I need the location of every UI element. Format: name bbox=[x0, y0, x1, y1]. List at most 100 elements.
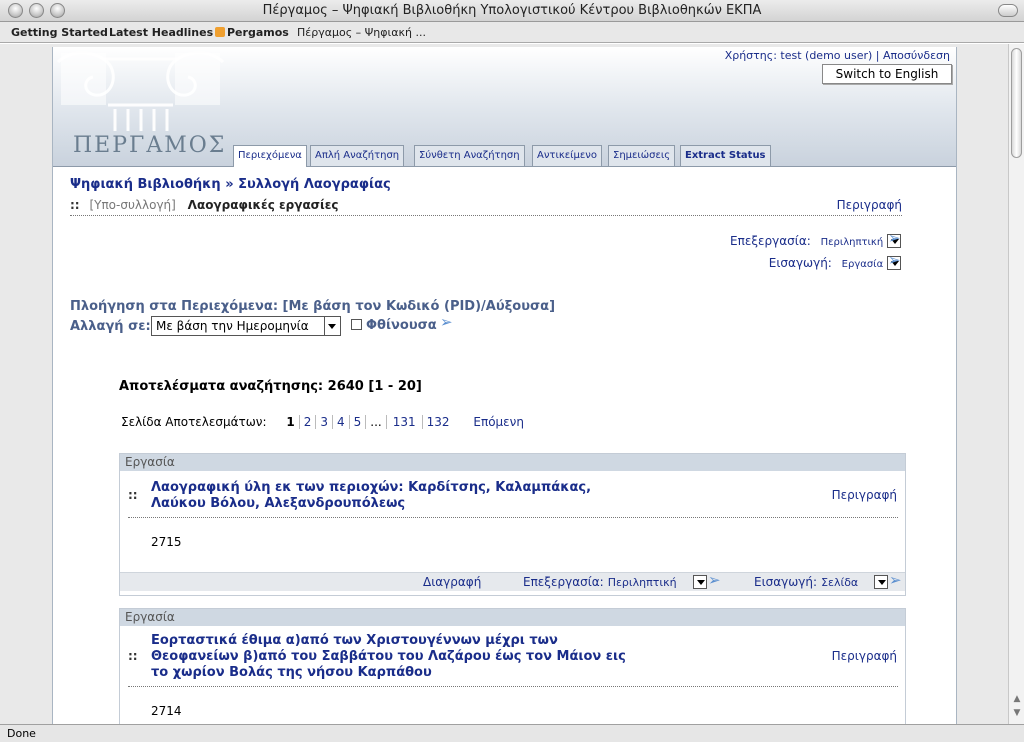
scroll-up-icon[interactable]: ▲ bbox=[1012, 694, 1022, 704]
subcollection-name: Λαογραφικές εργασίες bbox=[187, 198, 339, 212]
item-description-link[interactable]: Περιγραφή bbox=[832, 488, 897, 502]
tab-notes[interactable]: Σημειώσεις bbox=[608, 145, 676, 166]
item-import-go-icon[interactable]: ➢ bbox=[889, 573, 903, 588]
minimize-window-button[interactable] bbox=[29, 3, 44, 18]
user-name-link[interactable]: test (demo user) bbox=[780, 49, 872, 62]
item-type: Εργασία bbox=[120, 454, 905, 471]
sort-select-value: Με βάση την Ημερομηνία bbox=[156, 319, 309, 333]
edit-mode-value: Περιληπτική bbox=[820, 237, 884, 248]
navigation-criteria: [Με βάση τον Κωδικό (PID)/Αύξουσα] bbox=[282, 299, 556, 314]
item-title-line: το χωρίον Βολάς της νήσου Καρπάθου bbox=[151, 665, 432, 680]
item-title-line: Εορταστικά έθιμα α)από των Χριστουγέννων… bbox=[151, 633, 558, 648]
bookmarks-bar: Getting Started Latest Headlines Pergamo… bbox=[0, 22, 1024, 43]
item-description-link[interactable]: Περιγραφή bbox=[832, 649, 897, 663]
tab-object[interactable]: Αντικείμενο bbox=[532, 145, 602, 166]
edit-go-icon[interactable]: ➢ bbox=[888, 231, 902, 246]
user-separator: | bbox=[875, 49, 880, 62]
user-label: Χρήστης: bbox=[724, 49, 777, 62]
item-import-group: Εισαγωγή: Σελίδα bbox=[754, 573, 858, 592]
divider bbox=[128, 517, 898, 518]
item-title-line: Λαύκου Βόλου, Αλεξανδρουπόλεως bbox=[151, 496, 406, 511]
tab-contents[interactable]: Περιεχόμενα bbox=[233, 145, 307, 167]
page-container: ΠΕΡΓΑΜΟΣ Χρήστης: test (demo user) | Απο… bbox=[52, 47, 957, 724]
item-title-link[interactable]: Λαογραφική ύλη εκ των περιοχών: Καρδίτση… bbox=[151, 480, 591, 512]
scroll-down-icon[interactable]: ▼ bbox=[1012, 708, 1022, 718]
item-edit-group: Επεξεργασία: Περιληπτική bbox=[523, 573, 677, 592]
edit-mode-row: Επεξεργασία: Περιληπτική bbox=[730, 234, 901, 248]
item-import-value: Σελίδα bbox=[821, 576, 859, 589]
window-title-bar: Πέργαμος – Ψηφιακή Βιβλιοθήκη Υπολογιστι… bbox=[0, 0, 1024, 22]
zoom-window-button[interactable] bbox=[50, 3, 65, 18]
logout-link[interactable]: Αποσύνδεση bbox=[883, 49, 950, 62]
rss-icon bbox=[215, 27, 226, 37]
bookmark-getting-started[interactable]: Getting Started bbox=[11, 22, 108, 43]
bookmark-pergamos-greek[interactable]: Πέργαμος – Ψηφιακή ... bbox=[297, 22, 426, 43]
navigation-info: Πλοήγηση στα Περιεχόμενα: [Με βάση τον Κ… bbox=[70, 299, 555, 314]
item-title-line: Θεοφανείων β)από του Σαββάτου του Λαζάρο… bbox=[151, 649, 626, 664]
divider bbox=[128, 686, 898, 687]
list-item: Εργασία :: Λαογραφική ύλη εκ των περιοχώ… bbox=[119, 453, 906, 596]
vertical-scrollbar[interactable]: ▲ ▼ bbox=[1008, 44, 1024, 724]
import-mode-value: Εργασία bbox=[841, 259, 884, 270]
switch-language-button[interactable]: Switch to English bbox=[822, 64, 952, 84]
item-edit-value: Περιληπτική bbox=[607, 576, 677, 589]
results-summary: Αποτελέσματα αναζήτησης: 2640 [1 - 20] bbox=[119, 379, 422, 394]
window-title: Πέργαμος – Ψηφιακή Βιβλιοθήκη Υπολογιστι… bbox=[262, 3, 762, 18]
sort-go-icon[interactable]: ➢ bbox=[440, 315, 454, 330]
status-bar: Done bbox=[0, 724, 1024, 742]
navigation-prefix: Πλοήγηση στα Περιεχόμενα: bbox=[70, 299, 279, 314]
subcollection-row: :: [Υπο-συλλογή] Λαογραφικές εργασίες Πε… bbox=[70, 198, 902, 216]
page-132[interactable]: 132 bbox=[421, 415, 454, 429]
item-import-select[interactable] bbox=[874, 575, 888, 589]
pagination-label: Σελίδα Αποτελεσμάτων: bbox=[121, 415, 267, 429]
item-edit-go-icon[interactable]: ➢ bbox=[708, 573, 722, 588]
toolbar-toggle-button[interactable] bbox=[998, 4, 1018, 17]
breadcrumb-separator: » bbox=[225, 177, 234, 192]
page-3[interactable]: 3 bbox=[315, 415, 332, 429]
subcollection-label: [Υπο-συλλογή] bbox=[89, 198, 176, 212]
descending-label: Φθίνουσα bbox=[366, 318, 437, 333]
breadcrumb-collection[interactable]: Συλλογή Λαογραφίας bbox=[238, 177, 391, 192]
page-1[interactable]: 1 bbox=[282, 415, 298, 429]
site-header: ΠΕΡΓΑΜΟΣ Χρήστης: test (demo user) | Απο… bbox=[53, 47, 956, 167]
import-go-icon[interactable]: ➢ bbox=[888, 253, 902, 268]
breadcrumb-root[interactable]: Ψηφιακή Βιβλιοθήκη bbox=[70, 177, 221, 192]
logo-text: ΠΕΡΓΑΜΟΣ bbox=[73, 133, 227, 158]
close-window-button[interactable] bbox=[8, 3, 23, 18]
scrollbar-thumb[interactable] bbox=[1011, 48, 1022, 158]
results-count: 2640 bbox=[327, 379, 364, 394]
page-5[interactable]: 5 bbox=[348, 415, 366, 429]
results-range: [1 - 20] bbox=[368, 379, 422, 394]
item-import-label: Εισαγωγή: bbox=[754, 575, 818, 589]
item-number: 2715 bbox=[151, 535, 182, 549]
main-content: Ψηφιακή Βιβλιοθήκη » Συλλογή Λαογραφίας … bbox=[53, 168, 956, 724]
sort-select[interactable]: Με βάση την Ημερομηνία bbox=[151, 316, 341, 336]
tab-advanced-search[interactable]: Σύνθετη Αναζήτηση bbox=[414, 145, 525, 166]
drag-handle-icon: :: bbox=[70, 198, 80, 212]
item-edit-label: Επεξεργασία: bbox=[523, 575, 604, 589]
page-ellipsis: ... bbox=[365, 415, 385, 429]
page-2[interactable]: 2 bbox=[298, 415, 316, 429]
item-number: 2714 bbox=[151, 704, 182, 718]
drag-handle-icon: :: bbox=[128, 649, 138, 663]
bookmark-latest-headlines[interactable]: Latest Headlines bbox=[109, 22, 226, 43]
breadcrumb: Ψηφιακή Βιβλιοθήκη » Συλλογή Λαογραφίας bbox=[70, 177, 391, 192]
edit-mode-label: Επεξεργασία: bbox=[730, 234, 811, 248]
item-edit-select[interactable] bbox=[693, 575, 707, 589]
next-page-link[interactable]: Επόμενη bbox=[473, 415, 524, 429]
import-mode-row: Εισαγωγή: Εργασία bbox=[769, 256, 901, 270]
tab-simple-search[interactable]: Απλή Αναζήτηση bbox=[310, 145, 405, 166]
item-title-line: Λαογραφική ύλη εκ των περιοχών: Καρδίτση… bbox=[151, 480, 592, 495]
results-label: Αποτελέσματα αναζήτησης: bbox=[119, 379, 324, 394]
bookmark-pergamos[interactable]: Pergamos bbox=[227, 22, 289, 43]
descending-checkbox[interactable] bbox=[351, 319, 362, 330]
import-mode-label: Εισαγωγή: bbox=[768, 256, 832, 270]
page-131[interactable]: 131 bbox=[385, 415, 422, 429]
item-type: Εργασία bbox=[120, 609, 905, 626]
drag-handle-icon: :: bbox=[128, 488, 138, 502]
tab-extract-status[interactable]: Extract Status bbox=[680, 145, 771, 166]
item-title-link[interactable]: Εορταστικά έθιμα α)από των Χριστουγέννων… bbox=[151, 633, 626, 681]
subcollection-description-link[interactable]: Περιγραφή bbox=[837, 198, 902, 212]
delete-link[interactable]: Διαγραφή bbox=[423, 573, 481, 591]
page-4[interactable]: 4 bbox=[332, 415, 349, 429]
